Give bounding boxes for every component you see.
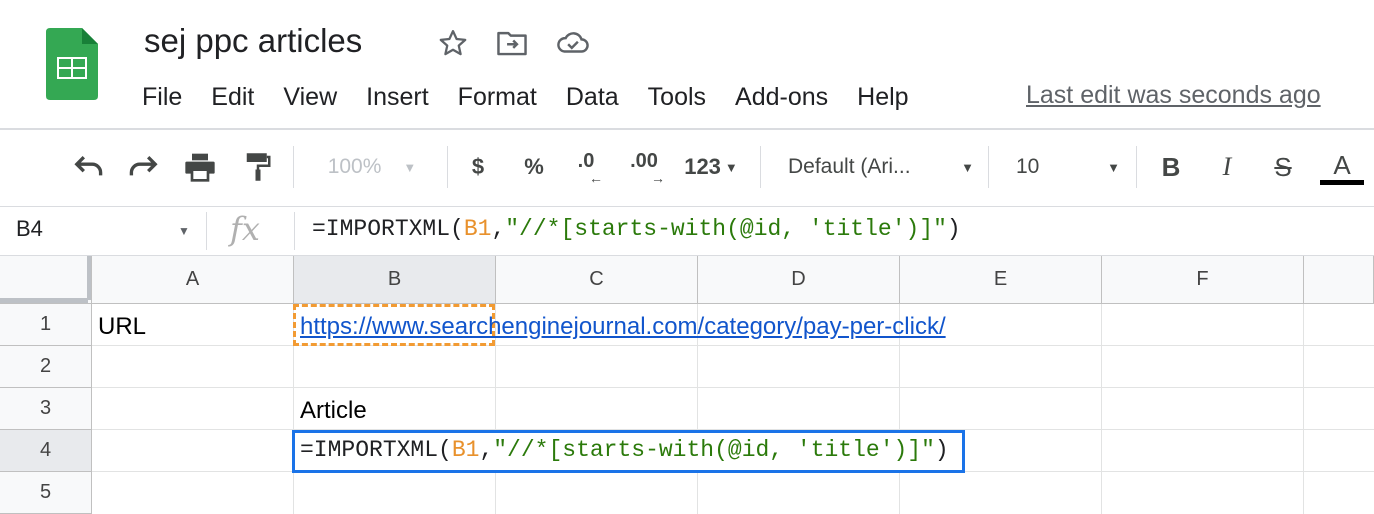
font-size-value: 10: [1016, 155, 1040, 178]
italic-button[interactable]: I: [1212, 145, 1242, 189]
increase-decimal-button[interactable]: .00 →: [622, 145, 666, 189]
formula-separator: [206, 212, 207, 250]
cell-formula-prefix: =IMPORTXML(: [300, 437, 452, 463]
column-header-c[interactable]: C: [496, 256, 698, 304]
cell-b4-formula[interactable]: =IMPORTXML(B1,"//*[starts-with(@id, 'tit…: [300, 437, 949, 463]
arrow-right-icon: →: [651, 170, 665, 186]
row-header-3[interactable]: 3: [0, 388, 92, 430]
decrease-decimal-label: .0: [577, 150, 595, 172]
toolbar-separator: [447, 146, 448, 188]
name-box-dropdown-icon[interactable]: ▼: [178, 224, 190, 238]
row-header-4[interactable]: 4: [0, 430, 92, 472]
column-header-f[interactable]: F: [1102, 256, 1304, 304]
formula-prefix: =IMPORTXML(: [312, 216, 464, 242]
row-header-5[interactable]: 5: [0, 472, 92, 514]
more-formats-label: 123: [684, 154, 721, 179]
column-header-e[interactable]: E: [900, 256, 1102, 304]
cell-formula-ref: B1: [451, 437, 480, 463]
menu-tools[interactable]: Tools: [648, 83, 706, 112]
menu-edit[interactable]: Edit: [211, 83, 254, 112]
fx-icon: fx: [230, 210, 260, 248]
undo-button[interactable]: [68, 145, 108, 189]
formula-separator: [294, 212, 295, 250]
zoom-value: 100%: [327, 155, 382, 178]
cell-formula-sep: ,: [479, 437, 494, 463]
column-header-d[interactable]: D: [698, 256, 900, 304]
toolbar-separator: [1136, 146, 1137, 188]
font-name: Default (Ari...: [788, 155, 911, 178]
toolbar-separator: [760, 146, 761, 188]
text-color-label: A: [1333, 149, 1351, 180]
percent-format-button[interactable]: %: [520, 145, 548, 189]
toolbar-separator: [988, 146, 989, 188]
name-box[interactable]: B4: [16, 216, 43, 242]
cell-a1[interactable]: URL: [98, 313, 146, 341]
print-button[interactable]: [180, 145, 220, 189]
move-to-folder-icon[interactable]: [495, 26, 529, 60]
grid-line: [92, 387, 1374, 388]
grid-line: [1101, 304, 1102, 514]
zoom-select[interactable]: 100% ▼: [312, 145, 432, 189]
formula-input[interactable]: =IMPORTXML(B1,"//*[starts-with(@id, 'tit…: [312, 216, 961, 242]
column-header-b[interactable]: B: [294, 256, 496, 304]
header-divider: [0, 128, 1374, 130]
more-formats-button[interactable]: 123 ▼: [678, 145, 744, 189]
toolbar-separator: [293, 146, 294, 188]
decrease-decimal-button[interactable]: .0 ←: [568, 145, 604, 189]
menu-bar: File Edit View Insert Format Data Tools …: [142, 80, 938, 114]
menu-data[interactable]: Data: [566, 83, 619, 112]
row-header-1[interactable]: 1: [0, 304, 92, 346]
chevron-down-icon: ▼: [724, 159, 738, 175]
menu-insert[interactable]: Insert: [366, 83, 429, 112]
cell-b1-link[interactable]: https://www.searchenginejournal.com/cate…: [300, 313, 946, 341]
menu-addons[interactable]: Add-ons: [735, 83, 828, 112]
strikethrough-button[interactable]: S: [1268, 145, 1298, 189]
cloud-saved-icon[interactable]: [556, 26, 590, 60]
cell-formula-string: "//*[starts-with(@id, 'title')]": [493, 437, 935, 463]
formula-string: "//*[starts-with(@id, 'title')]": [505, 216, 947, 242]
grid-line: [1303, 304, 1304, 514]
chevron-down-icon: ▼: [961, 159, 974, 175]
arrow-left-icon: ←: [589, 170, 603, 186]
chevron-down-icon: ▼: [403, 159, 417, 175]
font-select[interactable]: Default (Ari... ▼: [788, 145, 974, 189]
cell-formula-suffix: ): [934, 437, 949, 463]
row-header-2[interactable]: 2: [0, 346, 92, 388]
chevron-down-icon: ▼: [1107, 159, 1120, 175]
doc-title[interactable]: sej ppc articles: [144, 22, 362, 60]
menu-format[interactable]: Format: [458, 83, 537, 112]
text-color-button[interactable]: A: [1320, 145, 1364, 189]
last-edit-link[interactable]: Last edit was seconds ago: [1026, 81, 1321, 110]
increase-decimal-label: .00: [630, 150, 658, 172]
sheets-logo-icon[interactable]: [46, 28, 98, 100]
toolbar-divider: [0, 206, 1374, 207]
bold-button[interactable]: B: [1156, 145, 1186, 189]
text-color-swatch: [1320, 179, 1364, 185]
column-header-g[interactable]: [1304, 256, 1374, 304]
menu-help[interactable]: Help: [857, 83, 908, 112]
menu-view[interactable]: View: [283, 83, 337, 112]
star-icon[interactable]: [436, 26, 470, 60]
column-header-a[interactable]: A: [92, 256, 294, 304]
grid-line: [92, 345, 1374, 346]
cell-b3[interactable]: Article: [300, 397, 367, 425]
select-all-corner[interactable]: [0, 256, 92, 304]
formula-ref: B1: [463, 216, 492, 242]
font-size-select[interactable]: 10 ▼: [1016, 145, 1120, 189]
paint-format-button[interactable]: [238, 145, 278, 189]
currency-format-button[interactable]: $: [464, 145, 492, 189]
formula-sep: ,: [491, 216, 506, 242]
menu-file[interactable]: File: [142, 83, 182, 112]
formula-suffix: ): [946, 216, 961, 242]
redo-button[interactable]: [124, 145, 164, 189]
